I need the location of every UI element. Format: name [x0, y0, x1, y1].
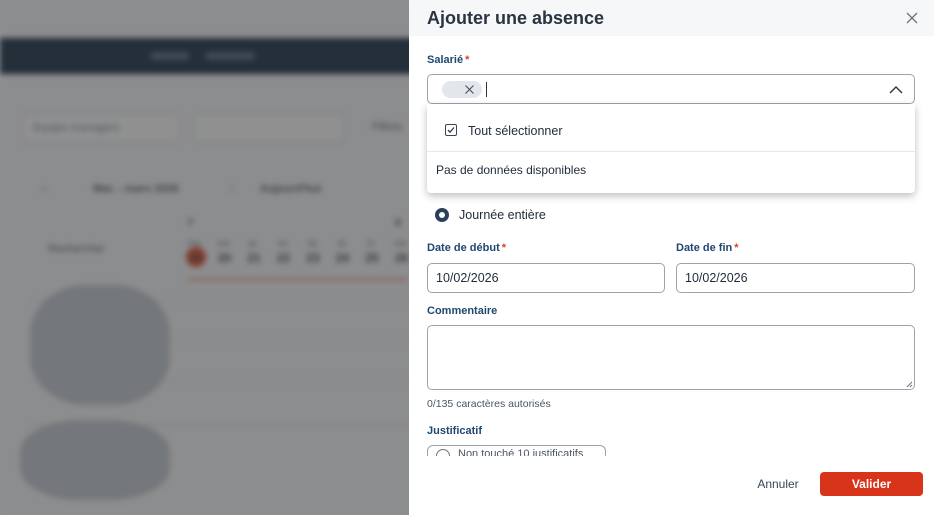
check-icon	[447, 127, 455, 134]
comment-label: Commentaire	[427, 305, 498, 317]
justification-option-label: Non touché 10 justificatifs	[458, 448, 584, 456]
text-cursor	[486, 82, 487, 97]
employee-dropdown: Tout sélectionner Pas de données disponi…	[427, 104, 915, 193]
resize-handle-icon[interactable]	[906, 381, 913, 388]
end-date-input[interactable]	[676, 263, 915, 293]
add-absence-drawer: Ajouter une absence Salarié * Tout sélec…	[409, 0, 934, 515]
employee-label: Salarié *	[427, 54, 470, 66]
no-data-message: Pas de données disponibles	[436, 163, 587, 177]
full-day-label: Journée entière	[459, 208, 546, 222]
chevron-up-icon[interactable]	[888, 82, 904, 98]
end-date-label: Date de fin *	[676, 242, 739, 254]
full-day-radio[interactable]	[435, 208, 449, 222]
selected-employee-chip	[442, 81, 482, 98]
justification-radio[interactable]	[436, 449, 450, 456]
submit-button[interactable]: Valider	[820, 472, 923, 496]
comment-textarea[interactable]	[427, 325, 915, 390]
select-all-label: Tout sélectionner	[468, 124, 563, 138]
drawer-title: Ajouter une absence	[427, 8, 605, 28]
cancel-button[interactable]: Annuler	[743, 473, 813, 495]
close-button[interactable]	[903, 9, 921, 27]
drawer-header: Ajouter une absence	[409, 0, 934, 36]
justification-label: Justificatif	[427, 425, 483, 437]
close-icon	[906, 12, 918, 24]
select-all-checkbox[interactable]	[445, 124, 457, 136]
remove-chip-icon[interactable]	[464, 84, 475, 95]
start-date-input[interactable]	[427, 263, 665, 293]
justification-option[interactable]: Non touché 10 justificatifs	[427, 445, 606, 456]
select-all-option[interactable]: Tout sélectionner	[427, 104, 915, 152]
employee-select[interactable]	[427, 74, 915, 104]
start-date-label: Date de début *	[427, 242, 507, 254]
comment-character-counter: 0/135 caractères autorisés	[427, 398, 551, 410]
